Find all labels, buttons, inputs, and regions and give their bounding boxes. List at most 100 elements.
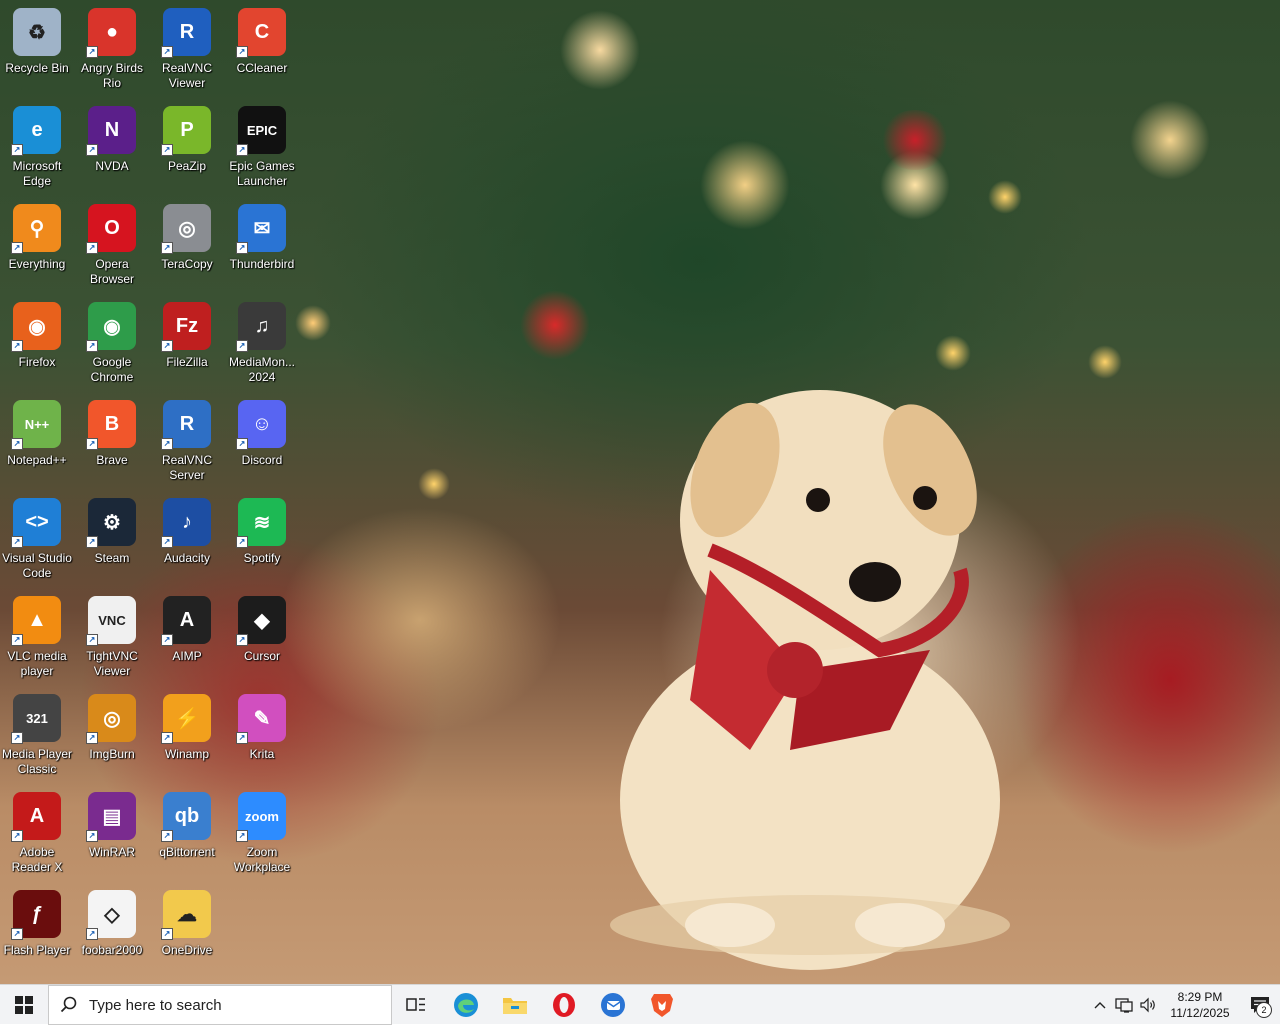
desktop-icon-teracopy[interactable]: ◎ ↗ TeraCopy [150, 200, 224, 272]
desktop-icon-label: Discord [241, 453, 283, 467]
desktop-icon-realvnc-viewer[interactable]: R ↗ RealVNC Viewer [150, 4, 224, 91]
desktop-icon-epic-games[interactable]: EPIC ↗ Epic Games Launcher [225, 102, 299, 189]
desktop-icon-label: Flash Player [3, 943, 71, 957]
shortcut-arrow-icon: ↗ [161, 928, 173, 940]
windows-logo-icon [15, 996, 33, 1014]
desktop-icon-opera[interactable]: O ↗ Opera Browser [75, 200, 149, 287]
desktop-icon-chrome[interactable]: ◉ ↗ Google Chrome [75, 298, 149, 385]
desktop-icon-notepadpp[interactable]: N++ ↗ Notepad++ [0, 396, 74, 468]
desktop-icon-peazip[interactable]: P ↗ PeaZip [150, 102, 224, 174]
desktop-icon-adobe-reader[interactable]: A ↗ Adobe Reader X [0, 788, 74, 875]
winamp-icon: ⚡ ↗ [161, 694, 211, 744]
show-hidden-icons-button[interactable] [1088, 985, 1112, 1025]
desktop-icon-label: RealVNC Server [161, 453, 212, 482]
chrome-icon: ◉ ↗ [86, 302, 136, 352]
shortcut-arrow-icon: ↗ [11, 536, 23, 548]
desktop-icon-label: WinRAR [88, 845, 135, 859]
desktop-icon-filezilla[interactable]: Fz ↗ FileZilla [150, 298, 224, 370]
desktop[interactable]: ♻ Recycle Bin ● ↗ Angry Birds Rio R ↗ RealVNC V… [0, 0, 1280, 984]
desktop-icon-label: qBittorrent [159, 845, 215, 859]
clock[interactable]: 8:29 PM 11/12/2025 [1160, 989, 1240, 1021]
desktop-icon-realvnc-server[interactable]: R ↗ RealVNC Server [150, 396, 224, 483]
desktop-icon-label: Opera Browser [89, 257, 134, 286]
shortcut-arrow-icon: ↗ [86, 438, 98, 450]
taskbar-edge-button[interactable] [442, 985, 490, 1025]
desktop-icon-winamp[interactable]: ⚡ ↗ Winamp [150, 690, 224, 762]
desktop-icon-thunderbird[interactable]: ✉ ↗ Thunderbird [225, 200, 299, 272]
desktop-icon-everything[interactable]: ⚲ ↗ Everything [0, 200, 74, 272]
desktop-icon-label: OneDrive [161, 943, 213, 957]
desktop-icon-krita[interactable]: ✎ ↗ Krita [225, 690, 299, 762]
shortcut-arrow-icon: ↗ [161, 634, 173, 646]
desktop-icon-audacity[interactable]: ♪ ↗ Audacity [150, 494, 224, 566]
zoom-icon: zoom ↗ [236, 792, 286, 842]
taskbar-thunderbird-button[interactable] [589, 985, 637, 1025]
shortcut-arrow-icon: ↗ [86, 928, 98, 940]
desktop-icon-foobar2000[interactable]: ◇ ↗ foobar2000 [75, 886, 149, 958]
edge-icon: e ↗ [11, 106, 61, 156]
desktop-icon-label: TightVNC Viewer [86, 649, 138, 678]
shortcut-arrow-icon: ↗ [236, 46, 248, 58]
desktop-icon-steam[interactable]: ⚙ ↗ Steam [75, 494, 149, 566]
shortcut-arrow-icon: ↗ [86, 340, 98, 352]
desktop-icon-flash-player[interactable]: ƒ ↗ Flash Player [0, 886, 74, 958]
shortcut-arrow-icon: ↗ [161, 340, 173, 352]
taskbar-opera-button[interactable] [540, 985, 588, 1025]
desktop-icon-aimp[interactable]: A ↗ AIMP [150, 592, 224, 664]
desktop-icon-recycle-bin[interactable]: ♻ Recycle Bin [0, 4, 74, 76]
desktop-icon-winrar[interactable]: ▤ ↗ WinRAR [75, 788, 149, 860]
desktop-icon-edge[interactable]: e ↗ Microsoft Edge [0, 102, 74, 189]
volume-button[interactable] [1136, 985, 1160, 1025]
brave-icon [651, 994, 673, 1017]
edge-icon [454, 993, 478, 1017]
desktop-icon-qbittorrent[interactable]: qb ↗ qBittorrent [150, 788, 224, 860]
desktop-icon-mpc[interactable]: 321 ↗ Media Player Classic [0, 690, 74, 777]
desktop-icon-imgburn[interactable]: ◎ ↗ ImgBurn [75, 690, 149, 762]
taskbar: Type here to search 8:29 PM 11/12/2025 2 [0, 984, 1280, 1025]
taskbar-brave-button[interactable] [638, 985, 686, 1025]
desktop-icon-onedrive[interactable]: ☁ ↗ OneDrive [150, 886, 224, 958]
desktop-icon-ccleaner[interactable]: C ↗ CCleaner [225, 4, 299, 76]
desktop-icon-cursor[interactable]: ◆ ↗ Cursor [225, 592, 299, 664]
shortcut-arrow-icon: ↗ [11, 928, 23, 940]
desktop-icon-label: NVDA [95, 159, 129, 173]
desktop-icon-tightvnc[interactable]: VNC ↗ TightVNC Viewer [75, 592, 149, 679]
shortcut-arrow-icon: ↗ [236, 536, 248, 548]
winrar-icon: ▤ ↗ [86, 792, 136, 842]
desktop-icon-discord[interactable]: ☺ ↗ Discord [225, 396, 299, 468]
desktop-icon-vlc[interactable]: ▲ ↗ VLC media player [0, 592, 74, 679]
desktop-icon-label: Adobe Reader X [11, 845, 63, 874]
desktop-icon-label: Angry Birds Rio [80, 61, 144, 90]
desktop-icon-label: Microsoft Edge [12, 159, 62, 188]
audacity-icon: ♪ ↗ [161, 498, 211, 548]
steam-icon: ⚙ ↗ [86, 498, 136, 548]
search-box[interactable]: Type here to search [48, 985, 392, 1025]
desktop-icon-zoom[interactable]: zoom ↗ Zoom Workplace [225, 788, 299, 875]
epic-games-icon: EPIC ↗ [236, 106, 286, 156]
desktop-icon-nvda[interactable]: N ↗ NVDA [75, 102, 149, 174]
task-view-button[interactable] [392, 985, 440, 1025]
aimp-icon: A ↗ [161, 596, 211, 646]
taskbar-file-explorer-button[interactable] [491, 985, 539, 1025]
desktop-icon-label: Visual Studio Code [2, 551, 72, 580]
desktop-icon-spotify[interactable]: ≋ ↗ Spotify [225, 494, 299, 566]
shortcut-arrow-icon: ↗ [86, 46, 98, 58]
notification-center-button[interactable]: 2 [1240, 985, 1280, 1025]
thunderbird-icon: ✉ ↗ [236, 204, 286, 254]
network-button[interactable] [1112, 985, 1136, 1025]
desktop-icon-label: Epic Games Launcher [229, 159, 295, 188]
desktop-icon-label: Brave [96, 453, 128, 467]
desktop-icon-vscode[interactable]: <> ↗ Visual Studio Code [0, 494, 74, 581]
start-button[interactable] [0, 985, 48, 1025]
desktop-icon-label: Media Player Classic [1, 747, 73, 776]
ccleaner-icon: C ↗ [236, 8, 286, 58]
desktop-icon-firefox[interactable]: ◉ ↗ Firefox [0, 298, 74, 370]
desktop-icon-brave[interactable]: B ↗ Brave [75, 396, 149, 468]
desktop-icon-mediamonkey[interactable]: ♫ ↗ MediaMon... 2024 [225, 298, 299, 385]
desktop-icon-angry-birds[interactable]: ● ↗ Angry Birds Rio [75, 4, 149, 91]
desktop-icon-label: FileZilla [166, 355, 208, 369]
angry-birds-icon: ● ↗ [86, 8, 136, 58]
shortcut-arrow-icon: ↗ [236, 830, 248, 842]
notepadpp-icon: N++ ↗ [11, 400, 61, 450]
opera-icon [553, 993, 575, 1017]
